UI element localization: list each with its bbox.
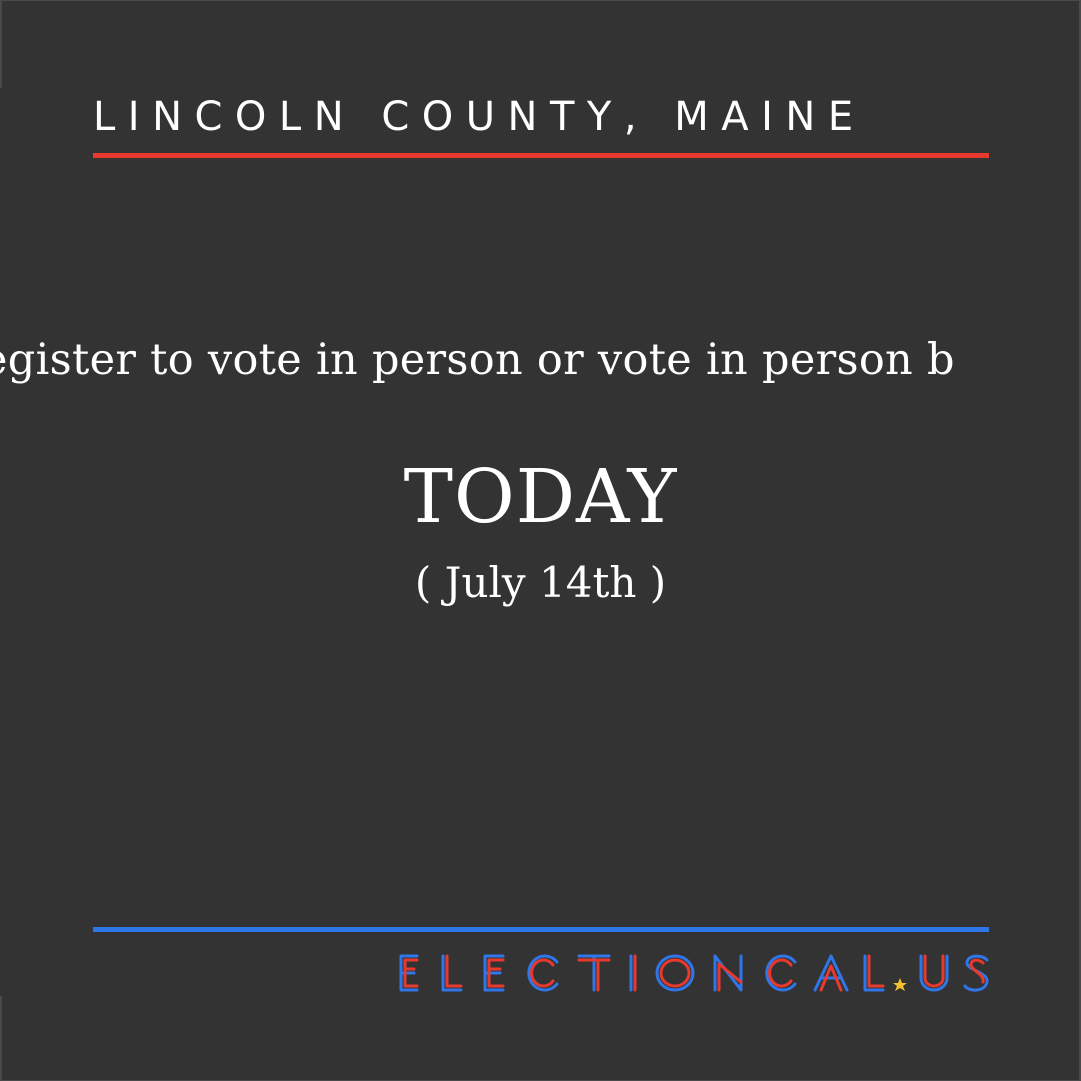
logo-letter-c1 [527, 954, 559, 992]
announcement-card: LINCOLN COUNTY, MAINE egister to vote in… [0, 0, 1081, 1081]
bottom-divider [93, 927, 989, 932]
logo-letter-l2 [863, 954, 885, 992]
deadline-label: TODAY [403, 454, 678, 540]
deadline-date: ( July 14th ) [414, 558, 667, 607]
logo-letter-n [713, 954, 743, 992]
logo-letter-o [655, 954, 695, 992]
logo-letter-e1 [399, 954, 419, 992]
logo-letter-l1 [441, 954, 463, 992]
logo-letter-u [919, 954, 949, 992]
logo-letter-a [813, 954, 849, 992]
left-edge-upper [0, 0, 2, 88]
electioncal-logo [399, 954, 989, 992]
logo-letter-c2 [765, 954, 797, 992]
logo-letter-s [963, 954, 989, 992]
top-edge [0, 0, 1081, 1]
message-text: egister to vote in person or vote in per… [0, 335, 955, 385]
top-divider [93, 153, 989, 158]
logo-letter-i [629, 954, 637, 992]
logo-letter-e2 [483, 954, 505, 992]
location-title: LINCOLN COUNTY, MAINE [93, 94, 866, 140]
star-icon [893, 978, 907, 991]
left-edge-lower [0, 996, 2, 1081]
logo-letter-t [577, 954, 611, 992]
